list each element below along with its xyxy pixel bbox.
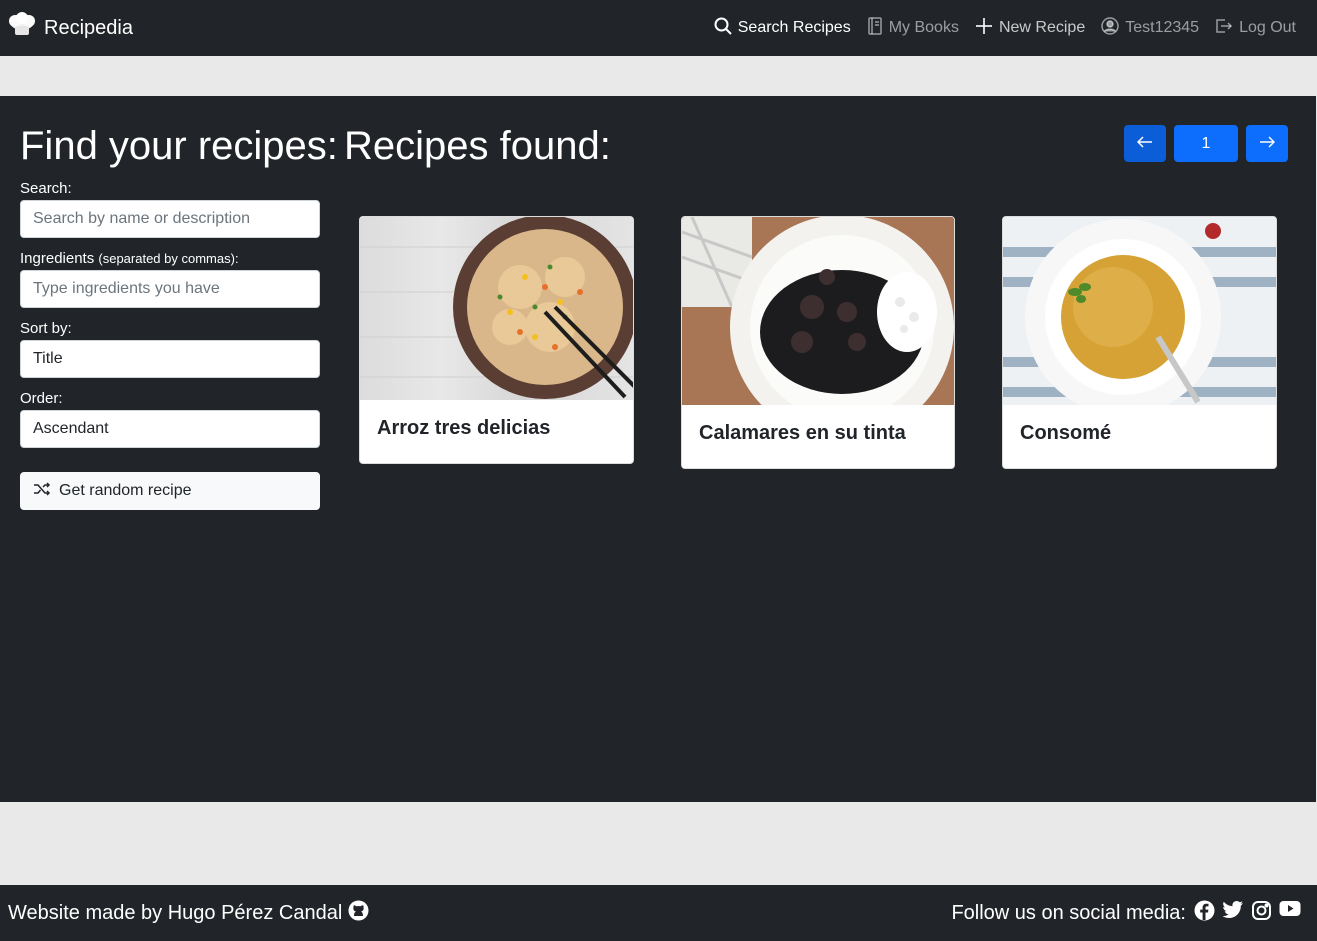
facebook-icon[interactable] (1194, 900, 1215, 927)
twitter-icon[interactable] (1222, 900, 1244, 927)
instagram-icon[interactable] (1251, 900, 1272, 927)
recipe-image-calamares (682, 217, 954, 405)
nav-search-recipes-label: Search Recipes (737, 19, 851, 36)
recipe-card[interactable]: Calamares en su tinta (681, 216, 955, 469)
recipe-card[interactable]: Arroz tres delicias (359, 216, 634, 464)
results-heading: Recipes found: (344, 124, 611, 168)
prev-page-button[interactable] (1124, 125, 1166, 162)
footer-credit: Website made by Hugo Pérez Candal (8, 900, 369, 927)
filters-heading: Find your recipes: (20, 124, 338, 168)
ingredients-label-text: Ingredients (20, 250, 95, 267)
sort-label: Sort by: (20, 320, 72, 337)
page-footer: Website made by Hugo Pérez Candal Follow… (0, 885, 1317, 941)
sort-select[interactable]: Title (20, 340, 320, 378)
logout-icon (1215, 17, 1233, 40)
arrow-left-icon (1136, 135, 1153, 153)
recipe-title: Arroz tres delicias (377, 417, 551, 439)
nav-search-recipes[interactable]: Search Recipes (714, 17, 851, 40)
sort-select-value: Title (33, 350, 63, 367)
plus-icon (975, 17, 993, 40)
brand-link[interactable]: Recipedia (8, 12, 133, 44)
ingredients-input[interactable] (20, 270, 320, 308)
nav-new-recipe[interactable]: New Recipe (975, 17, 1085, 40)
nav-my-books-label: My Books (888, 19, 959, 36)
nav-my-books[interactable]: My Books (867, 16, 959, 40)
user-circle-icon (1101, 16, 1119, 40)
nav-log-out[interactable]: Log Out (1215, 17, 1296, 40)
nav-user-label: Test12345 (1125, 19, 1200, 36)
shuffle-icon (33, 481, 51, 502)
order-select-value: Ascendant (33, 420, 109, 437)
random-recipe-button[interactable]: Get random recipe (20, 472, 320, 510)
next-page-button[interactable] (1246, 125, 1288, 162)
nav-links: Search Recipes My Books New Recipe Test1… (714, 16, 1296, 40)
footer-social-label: Follow us on social media: (951, 901, 1186, 924)
current-page-button[interactable]: 1 (1174, 125, 1238, 162)
search-label: Search: (20, 180, 72, 197)
nav-new-recipe-label: New Recipe (998, 19, 1086, 36)
brand-name: Recipedia (44, 16, 133, 39)
ingredients-hint: (separated by commas): (98, 251, 239, 266)
nav-log-out-label: Log Out (1239, 19, 1296, 36)
order-select[interactable]: Ascendant (20, 410, 320, 448)
ingredients-label: Ingredients (separated by commas): (20, 250, 239, 267)
youtube-icon[interactable] (1279, 900, 1301, 927)
order-label: Order: (20, 390, 63, 407)
arrow-right-icon (1259, 135, 1276, 153)
footer-credit-text: Website made by Hugo Pérez Candal (8, 901, 343, 924)
search-icon (714, 17, 732, 40)
random-recipe-label: Get random recipe (59, 482, 192, 499)
footer-social: Follow us on social media: (951, 900, 1301, 927)
search-input[interactable] (20, 200, 320, 238)
top-navbar: Recipedia Search Recipes My Books New Re… (0, 0, 1317, 56)
nav-user-profile[interactable]: Test12345 (1101, 16, 1200, 40)
recipe-image-arroz (360, 217, 633, 400)
recipe-image-consome (1003, 217, 1276, 405)
book-icon (867, 16, 883, 40)
chef-hat-icon (8, 12, 36, 44)
recipe-card[interactable]: Consomé (1002, 216, 1277, 469)
recipe-title: Calamares en su tinta (699, 422, 906, 444)
recipe-title: Consomé (1020, 422, 1112, 444)
github-icon[interactable] (348, 900, 369, 927)
